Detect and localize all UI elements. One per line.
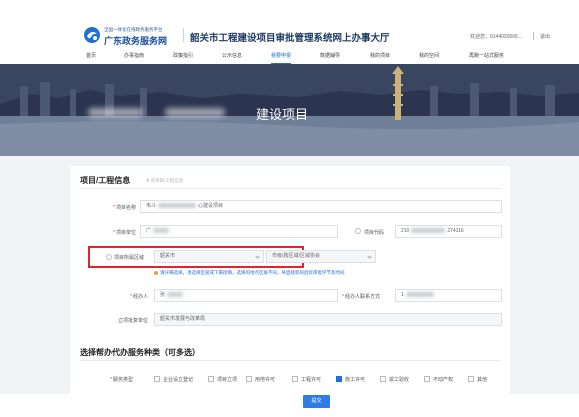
form-card: 项目/工程信息 补充项目/工程信息 *项目名称 韦斗 心建设项目 *项目单位 广 … — [70, 166, 510, 394]
service-label-project: 项目立项 — [217, 377, 238, 383]
service-label-company: 企业设立登记 — [163, 377, 194, 383]
welcome-user: 欢迎您，9144020006... — [470, 34, 522, 40]
nav-apply[interactable]: 我要申报 — [271, 52, 292, 64]
section-project-hint: 补充项目/工程信息 — [146, 178, 184, 183]
nav-one-stop[interactable]: 再跑一站式服务 — [469, 52, 504, 64]
service-label-land: 用地许可 — [255, 377, 276, 383]
nav-policy[interactable]: 政策指引 — [173, 52, 193, 64]
agent-input[interactable]: 张 — [154, 289, 338, 302]
section-divider — [80, 188, 500, 189]
project-code-radio[interactable] — [355, 228, 361, 234]
banner-title: 建设项目 — [256, 107, 309, 122]
nav-guide[interactable]: 办事指南 — [124, 52, 144, 64]
project-unit-input[interactable]: 广 — [140, 225, 338, 238]
project-code-label: 项目代码 — [364, 230, 385, 236]
approval-dept-input[interactable]: 韶关市发展与改革局 — [154, 313, 502, 326]
nav-public-info[interactable]: 公示信息 — [222, 52, 242, 64]
project-name-input[interactable]: 韦斗 心建设项目 — [140, 200, 502, 213]
top-header: 全国一体化在线政务服务平台 广东政务服务网 韶关市工程建设项目审批管理系统网上办… — [0, 0, 579, 64]
header-separator — [533, 32, 534, 40]
service-label-completion: 竣工验收 — [389, 377, 410, 383]
chevron-down-icon — [367, 254, 372, 259]
service-checkbox-engineering[interactable] — [292, 376, 298, 382]
agent-label: *经办人 — [130, 294, 148, 300]
section-service-title: 选择帮办代办服务种类（可多选） — [80, 348, 200, 357]
district-label: 项目所属区域 — [114, 255, 145, 261]
section-project-title: 项目/工程信息 — [80, 176, 131, 185]
submit-button[interactable]: 提交 — [303, 395, 330, 408]
project-code-input[interactable]: 210 274116 — [395, 225, 502, 238]
project-name-label: *项目名称 — [113, 205, 136, 211]
district-county-select[interactable]: 市级(跨区域/区域协会 — [266, 250, 376, 263]
brand-name[interactable]: 广东政务服务网 — [104, 34, 167, 47]
chevron-down-icon — [255, 254, 260, 259]
nav-my-space[interactable]: 我的空间 — [419, 52, 439, 64]
page: 全国一体化在线政务服务平台 广东政务服务网 韶关市工程建设项目审批管理系统网上办… — [0, 0, 579, 417]
approval-dept-label: 立项批复单位 — [117, 318, 148, 324]
banner-redacted-2 — [165, 108, 225, 117]
service-label-engineering: 工程许可 — [301, 377, 322, 383]
banner-redacted-1 — [88, 108, 143, 117]
nav-home[interactable]: 首页 — [86, 52, 96, 64]
service-label-other: 其他 — [477, 377, 488, 383]
agent-contact-label: *经办人联系方式 — [342, 294, 380, 300]
nav-my-projects[interactable]: 我的项目 — [370, 52, 390, 64]
service-checkbox-company[interactable] — [154, 376, 160, 382]
nav-tutoring[interactable]: 数据辅导 — [320, 52, 340, 64]
service-checkbox-completion[interactable] — [380, 376, 386, 382]
district-radio[interactable] — [106, 254, 112, 260]
district-city-select[interactable]: 韶关市 — [154, 250, 264, 263]
project-unit-label: *项目单位 — [113, 230, 136, 236]
service-label-construction: 施工许可 — [345, 377, 366, 383]
logout-link[interactable]: 退出 — [540, 33, 550, 40]
service-checkbox-project[interactable] — [208, 376, 214, 382]
header-divider — [183, 28, 184, 42]
warning-icon — [154, 270, 158, 275]
brand-subtitle: 全国一体化在线政务服务平台 — [104, 27, 163, 32]
service-checkbox-construction[interactable] — [336, 376, 342, 382]
district-hint: 请仔细选择，须选择区级或下属街镇，选择的地点区级不同，将直接影响后续审批环节及时… — [154, 270, 345, 276]
service-type-label: *服务类型 — [110, 377, 133, 383]
system-title: 韶关市工程建设项目审批管理系统网上办事大厅 — [190, 33, 390, 44]
service-label-property: 不动产权 — [433, 377, 454, 383]
submit-bar — [0, 394, 579, 417]
agent-contact-input[interactable]: 1 — [395, 289, 502, 302]
gd-logo-icon — [84, 27, 100, 43]
service-checkbox-other[interactable] — [468, 376, 474, 382]
service-checkbox-land[interactable] — [246, 376, 252, 382]
hero-banner: 建设项目 — [0, 64, 579, 156]
main-nav: 首页 办事指南 政策指引 公示信息 我要申报 数据辅导 我的项目 我的空间 再跑… — [80, 52, 520, 64]
section-divider-2 — [80, 360, 500, 361]
service-checkbox-property[interactable] — [424, 376, 430, 382]
